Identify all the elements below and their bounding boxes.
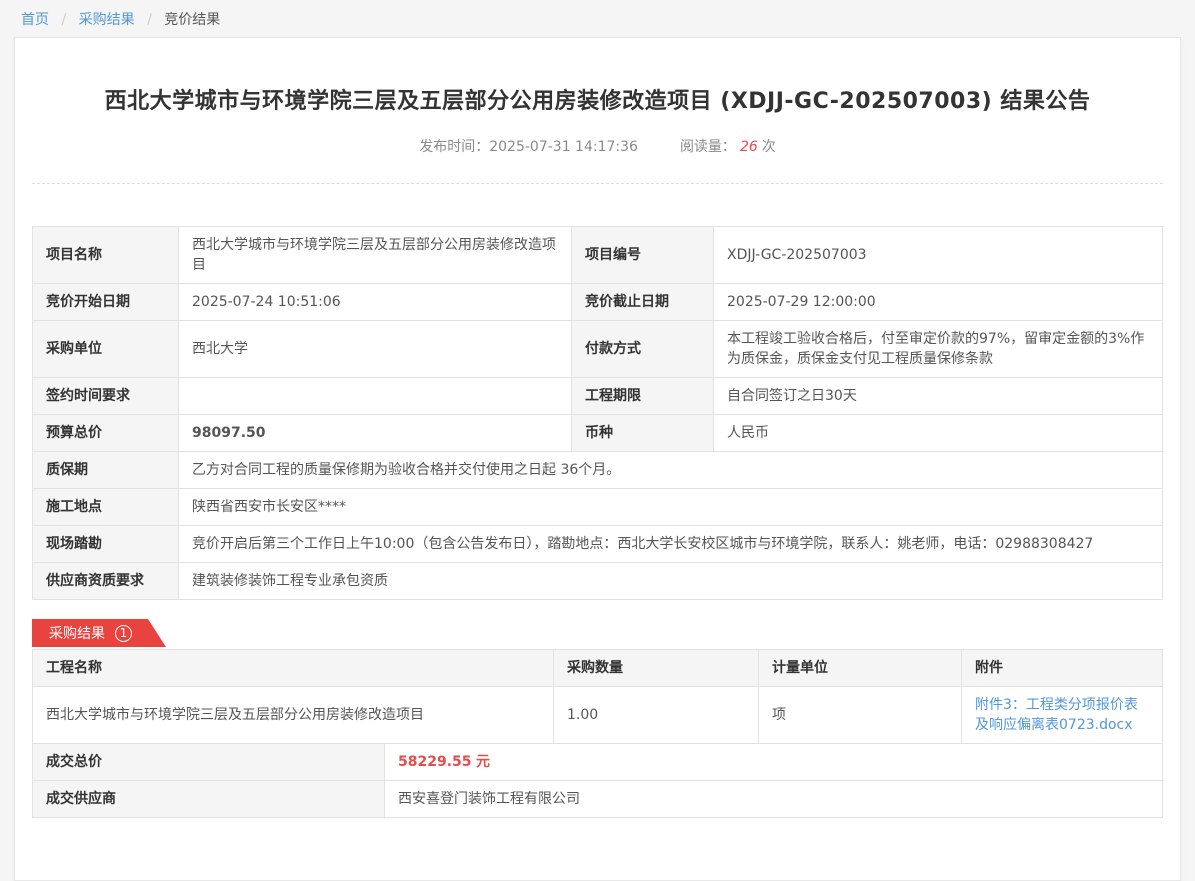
- field-value-supplier-qualification: 建筑装修装饰工程专业承包资质: [179, 563, 1163, 600]
- field-label-winning-supplier: 成交供应商: [33, 781, 385, 818]
- field-label-signing-time: 签约时间要求: [33, 378, 179, 415]
- field-label-site-survey: 现场踏勘: [33, 526, 179, 563]
- table-row: 成交供应商 西安喜登门装饰工程有限公司: [33, 781, 1163, 818]
- field-value-signing-time: [179, 378, 572, 415]
- field-value-construction-site: 陕西省西安市长安区****: [179, 489, 1163, 526]
- table-row: 项目名称 西北大学城市与环境学院三层及五层部分公用房装修改造项目 项目编号 XD…: [33, 227, 1163, 284]
- field-label-project-duration: 工程期限: [572, 378, 714, 415]
- publish-meta: 发布时间：2025-07-31 14:17:36 阅读量：26次: [32, 136, 1163, 156]
- field-value-winning-supplier: 西安喜登门装饰工程有限公司: [385, 781, 1163, 818]
- publish-time-value: 2025-07-31 14:17:36: [489, 139, 638, 155]
- field-label-currency: 币种: [572, 415, 714, 452]
- table-row: 施工地点 陕西省西安市长安区****: [33, 489, 1163, 526]
- field-label-project-number: 项目编号: [572, 227, 714, 284]
- views-label: 阅读量：: [680, 139, 736, 155]
- breadcrumb-separator: /: [147, 12, 152, 28]
- table-row: 竞价开始日期 2025-07-24 10:51:06 竞价截止日期 2025-0…: [33, 284, 1163, 321]
- table-row: 现场踏勘 竞价开启后第三个工作日上午10:00（包含公告发布日），踏勘地点：西北…: [33, 526, 1163, 563]
- announcement-card: 西北大学城市与环境学院三层及五层部分公用房装修改造项目 (XDJJ-GC-202…: [14, 37, 1181, 881]
- result-unit: 项: [759, 687, 962, 744]
- field-label-bid-start: 竞价开始日期: [33, 284, 179, 321]
- field-value-site-survey: 竞价开启后第三个工作日上午10:00（包含公告发布日），踏勘地点：西北大学长安校…: [179, 526, 1163, 563]
- table-row: 供应商资质要求 建筑装修装饰工程专业承包资质: [33, 563, 1163, 600]
- dashed-divider: [32, 183, 1163, 184]
- field-label-supplier-qualification: 供应商资质要求: [33, 563, 179, 600]
- field-value-project-number: XDJJ-GC-202507003: [714, 227, 1163, 284]
- result-quantity: 1.00: [554, 687, 759, 744]
- field-value-budget-total: 98097.50: [179, 415, 572, 452]
- views-unit: 次: [762, 139, 776, 155]
- result-count-badge: 1: [115, 625, 132, 642]
- deal-summary-table: 成交总价 58229.55 元 成交供应商 西安喜登门装饰工程有限公司: [32, 743, 1163, 818]
- column-header-project-name: 工程名称: [33, 650, 554, 687]
- deal-total-price-amount: 58229.55: [398, 754, 472, 770]
- breadcrumb-procurement-results-link[interactable]: 采购结果: [79, 12, 135, 28]
- result-project-name: 西北大学城市与环境学院三层及五层部分公用房装修改造项目: [33, 687, 554, 744]
- field-value-bid-end: 2025-07-29 12:00:00: [714, 284, 1163, 321]
- result-badge-label: 采购结果: [49, 623, 105, 643]
- field-label-budget-total: 预算总价: [33, 415, 179, 452]
- field-label-bid-end: 竞价截止日期: [572, 284, 714, 321]
- result-table-header-row: 工程名称 采购数量 计量单位 附件: [33, 650, 1163, 687]
- procurement-result-table: 工程名称 采购数量 计量单位 附件 西北大学城市与环境学院三层及五层部分公用房装…: [32, 649, 1163, 744]
- field-label-project-name: 项目名称: [33, 227, 179, 284]
- deal-total-price-unit: 元: [476, 754, 490, 770]
- field-value-project-name: 西北大学城市与环境学院三层及五层部分公用房装修改造项目: [179, 227, 572, 284]
- result-table-row: 西北大学城市与环境学院三层及五层部分公用房装修改造项目 1.00 项 附件3：工…: [33, 687, 1163, 744]
- table-row: 采购单位 西北大学 付款方式 本工程竣工验收合格后，付至审定价款的97%，留审定…: [33, 321, 1163, 378]
- attachment-link[interactable]: 附件3：工程类分项报价表及响应偏离表0723.docx: [975, 697, 1138, 733]
- field-label-purchaser: 采购单位: [33, 321, 179, 378]
- breadcrumb-home-link[interactable]: 首页: [21, 12, 49, 28]
- field-label-construction-site: 施工地点: [33, 489, 179, 526]
- field-value-purchaser: 西北大学: [179, 321, 572, 378]
- page-title: 西北大学城市与环境学院三层及五层部分公用房装修改造项目 (XDJJ-GC-202…: [32, 38, 1163, 115]
- table-row: 质保期 乙方对合同工程的质量保修期为验收合格并交付使用之日起 36个月。: [33, 452, 1163, 489]
- column-header-quantity: 采购数量: [554, 650, 759, 687]
- field-value-currency: 人民币: [714, 415, 1163, 452]
- field-label-payment-method: 付款方式: [572, 321, 714, 378]
- field-value-payment-method: 本工程竣工验收合格后，付至审定价款的97%，留审定金额的3%作为质保金，质保金支…: [714, 321, 1163, 378]
- procurement-result-badge: 采购结果 1: [32, 619, 166, 647]
- breadcrumb-separator: /: [61, 12, 66, 28]
- field-value-bid-start: 2025-07-24 10:51:06: [179, 284, 572, 321]
- field-value-deal-total-price: 58229.55 元: [385, 744, 1163, 781]
- column-header-attachment: 附件: [962, 650, 1163, 687]
- field-value-project-duration: 自合同签订之日30天: [714, 378, 1163, 415]
- table-row: 成交总价 58229.55 元: [33, 744, 1163, 781]
- breadcrumb: 首页 / 采购结果 / 竞价结果: [0, 0, 1195, 37]
- table-row: 签约时间要求 工程期限 自合同签订之日30天: [33, 378, 1163, 415]
- column-header-unit: 计量单位: [759, 650, 962, 687]
- publish-time-label: 发布时间：: [419, 139, 489, 155]
- project-info-table: 项目名称 西北大学城市与环境学院三层及五层部分公用房装修改造项目 项目编号 XD…: [32, 226, 1163, 600]
- result-attachment-cell: 附件3：工程类分项报价表及响应偏离表0723.docx: [962, 687, 1163, 744]
- views-count: 26: [740, 139, 758, 155]
- field-label-warranty-period: 质保期: [33, 452, 179, 489]
- field-label-deal-total-price: 成交总价: [33, 744, 385, 781]
- field-value-warranty-period: 乙方对合同工程的质量保修期为验收合格并交付使用之日起 36个月。: [179, 452, 1163, 489]
- table-row: 预算总价 98097.50 币种 人民币: [33, 415, 1163, 452]
- breadcrumb-current-page: 竞价结果: [164, 12, 220, 28]
